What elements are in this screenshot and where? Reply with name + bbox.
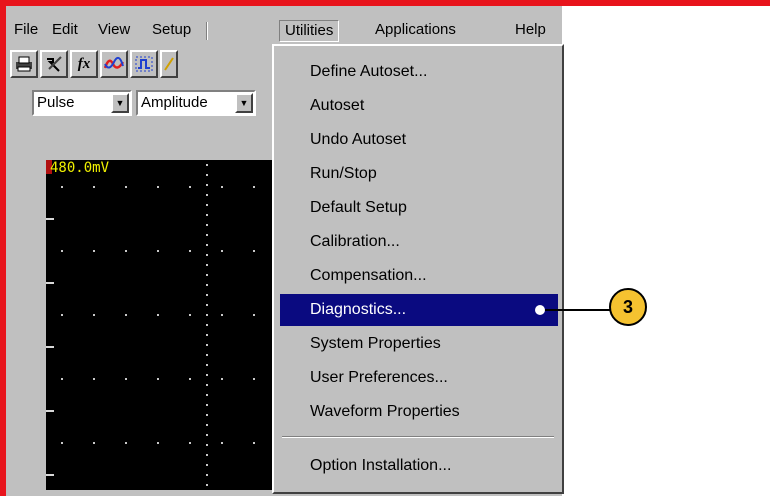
axis-tick	[46, 282, 54, 284]
menu-edit[interactable]: Edit	[50, 18, 80, 42]
frame-border-left	[0, 0, 6, 496]
chevron-down-icon[interactable]: ▼	[111, 93, 129, 113]
graticule-column	[206, 160, 208, 490]
menu-item-define-autoset[interactable]: Define Autoset...	[280, 56, 558, 88]
menu-view[interactable]: View	[96, 18, 132, 42]
tools-icon[interactable]	[40, 50, 68, 78]
scale-label: 480.0mV	[50, 160, 110, 176]
amplitude-select[interactable]: Amplitude ▼	[136, 90, 256, 116]
callout-leader-line	[540, 309, 612, 311]
pulse-select[interactable]: Pulse ▼	[32, 90, 132, 116]
menu-applications[interactable]: Applications	[373, 18, 458, 42]
frame-border-top	[0, 0, 770, 6]
menu-item-calibration[interactable]: Calibration...	[280, 226, 558, 258]
printer-icon[interactable]	[10, 50, 38, 78]
measurement-selectors: Pulse ▼ Amplitude ▼	[6, 84, 282, 120]
chevron-down-icon[interactable]: ▼	[235, 93, 253, 113]
menu-separator	[282, 436, 554, 438]
graticule-row	[46, 314, 274, 316]
axis-tick	[46, 346, 54, 348]
menu-help[interactable]: Help	[513, 18, 548, 42]
graticule-row	[46, 442, 274, 444]
graticule-row	[46, 378, 274, 380]
menu-separator	[206, 22, 208, 40]
scope-display[interactable]: 480.0mV	[46, 160, 274, 490]
utilities-menu: Define Autoset... Autoset Undo Autoset R…	[272, 44, 564, 494]
menu-item-system-properties[interactable]: System Properties	[280, 328, 558, 360]
menu-item-user-preferences[interactable]: User Preferences...	[280, 362, 558, 394]
menu-file[interactable]: File	[12, 18, 40, 42]
pulse-select-value: Pulse	[37, 94, 75, 111]
menu-item-default-setup[interactable]: Default Setup	[280, 192, 558, 224]
function-icon[interactable]: fx	[70, 50, 98, 78]
menu-item-run-stop[interactable]: Run/Stop	[280, 158, 558, 190]
menu-item-compensation[interactable]: Compensation...	[280, 260, 558, 292]
amplitude-select-value: Amplitude	[141, 94, 208, 111]
callout-anchor-dot	[535, 305, 545, 315]
graticule-row	[46, 250, 274, 252]
axis-tick	[46, 218, 54, 220]
menu-item-undo-autoset[interactable]: Undo Autoset	[280, 124, 558, 156]
menu-item-autoset[interactable]: Autoset	[280, 90, 558, 122]
pulse-icon[interactable]	[130, 50, 158, 78]
menu-utilities[interactable]: Utilities	[279, 20, 340, 42]
axis-tick	[46, 474, 54, 476]
toolbar: fx	[6, 46, 282, 82]
menu-item-option-installation[interactable]: Option Installation...	[280, 450, 558, 482]
waveform-icon[interactable]	[100, 50, 128, 78]
axis-tick	[46, 410, 54, 412]
menu-item-diagnostics[interactable]: Diagnostics...	[280, 294, 558, 326]
graticule-row	[46, 186, 274, 188]
menu-item-waveform-properties[interactable]: Waveform Properties	[280, 396, 558, 428]
menu-setup[interactable]: Setup	[150, 18, 193, 42]
screenshot-frame: File Edit View Setup Utilities Applicati…	[0, 0, 770, 496]
menu-bar: File Edit View Setup Utilities Applicati…	[6, 18, 562, 44]
callout-number: 3	[609, 288, 647, 326]
edge-icon[interactable]	[160, 50, 178, 78]
